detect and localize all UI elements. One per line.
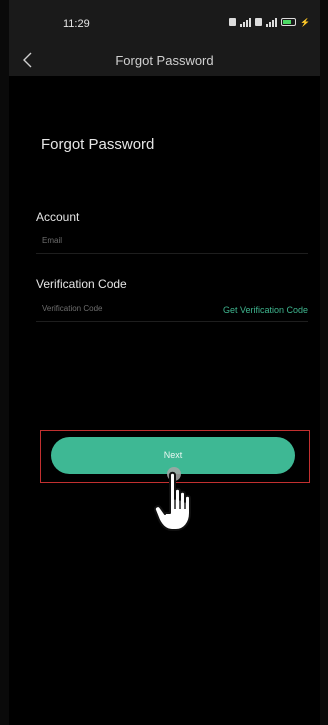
account-label: Account <box>36 210 80 224</box>
forgot-password-form: Forgot Password Account Verification Cod… <box>9 76 320 725</box>
email-input[interactable] <box>42 236 202 245</box>
signal-icon <box>240 17 252 27</box>
sim-icon <box>229 18 237 26</box>
signal-icon <box>266 17 278 27</box>
verification-code-label: Verification Code <box>36 277 127 291</box>
battery-icon <box>281 18 297 26</box>
status-time: 11:29 <box>63 18 90 30</box>
verification-code-input[interactable] <box>42 304 202 313</box>
sim-icon <box>255 18 263 26</box>
get-verification-code-link[interactable]: Get Verification Code <box>223 305 308 315</box>
verification-code-field: Get Verification Code <box>36 302 308 322</box>
status-bar: 11:29 ⚡ <box>9 0 320 44</box>
page-title: Forgot Password <box>115 53 214 68</box>
nav-bar: Forgot Password <box>9 44 320 76</box>
hand-pointer-icon <box>154 471 191 531</box>
form-heading: Forgot Password <box>41 136 155 153</box>
phone-screen: 11:29 ⚡ Forgot Password Forgot Password … <box>9 0 320 725</box>
charging-icon: ⚡ <box>300 17 310 27</box>
status-icons: ⚡ <box>229 17 310 27</box>
account-field <box>36 234 308 254</box>
